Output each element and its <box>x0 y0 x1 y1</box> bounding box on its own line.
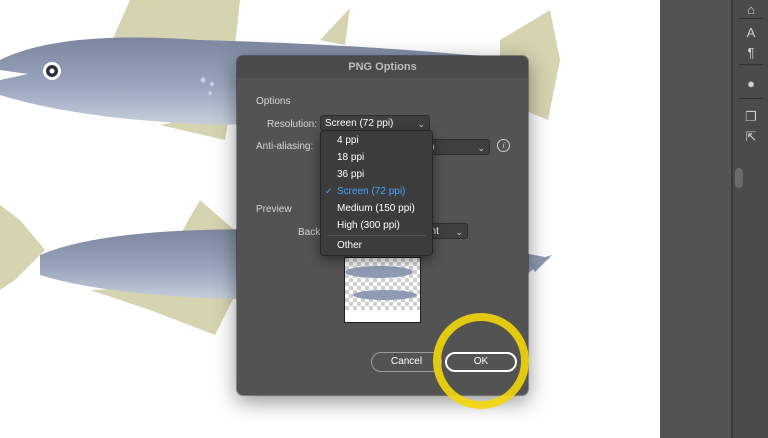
preview-fish-lower <box>353 290 417 300</box>
fish-dot <box>200 77 206 83</box>
tool-separator <box>739 98 763 99</box>
scrollbar-thumb[interactable] <box>735 168 743 188</box>
menu-item-4-ppi[interactable]: 4 ppi <box>337 135 359 146</box>
menu-separator <box>327 235 426 236</box>
menu-item-other[interactable]: Other <box>337 240 362 251</box>
export-icon[interactable]: ⇱ <box>741 127 761 147</box>
fish-dot <box>208 91 212 95</box>
fish-dot <box>210 82 214 86</box>
tool-separator <box>739 18 763 19</box>
tool-strip: ⌂ A ¶ ● ❐ ⇱ <box>733 0 768 438</box>
dialog-title: PNG Options <box>237 56 528 78</box>
chevron-down-icon: ⌄ <box>477 143 485 153</box>
layers-icon[interactable]: ❐ <box>741 107 761 127</box>
preview-image <box>345 258 420 310</box>
tail-lower <box>0 205 45 290</box>
resolution-label: Resolution: <box>266 119 317 130</box>
fin-small-upper <box>320 8 350 45</box>
options-section-heading: Options <box>256 96 291 107</box>
menu-item-36-ppi[interactable]: 36 ppi <box>337 169 364 180</box>
resolution-value: Screen (72 ppi) <box>325 118 394 129</box>
cancel-button[interactable]: Cancel <box>371 352 442 372</box>
resolution-dropdown[interactable]: Screen (72 ppi) ⌄ <box>320 115 430 131</box>
checkmark-icon: ✓ <box>325 186 333 196</box>
appearance-icon[interactable]: ● <box>741 74 761 94</box>
tool-separator <box>739 64 763 65</box>
preview-section-heading: Preview <box>256 204 292 215</box>
menu-item-18-ppi[interactable]: 18 ppi <box>337 152 364 163</box>
tool-icon[interactable]: ⌂ <box>741 0 761 20</box>
antialiasing-label: Anti-aliasing: <box>256 141 314 152</box>
menu-item-screen-72-ppi[interactable]: Screen (72 ppi) <box>337 186 405 197</box>
transparency-checker <box>345 258 420 310</box>
panel-area <box>660 0 732 438</box>
highlight-ring <box>433 313 529 409</box>
paragraph-style-icon[interactable]: ¶ <box>741 43 761 63</box>
resolution-menu: 4 ppi 18 ppi 36 ppi ✓ Screen (72 ppi) Me… <box>320 130 433 256</box>
preview-thumbnail <box>344 257 421 323</box>
info-icon[interactable]: i <box>497 139 510 152</box>
fish-eye-glint <box>49 68 55 74</box>
chevron-down-icon: ⌄ <box>455 227 463 237</box>
menu-item-high-300-ppi[interactable]: High (300 ppi) <box>337 220 400 231</box>
preview-fish-upper <box>345 266 413 278</box>
menu-item-medium-150-ppi[interactable]: Medium (150 ppi) <box>337 203 415 214</box>
character-style-icon[interactable]: A <box>741 23 761 43</box>
